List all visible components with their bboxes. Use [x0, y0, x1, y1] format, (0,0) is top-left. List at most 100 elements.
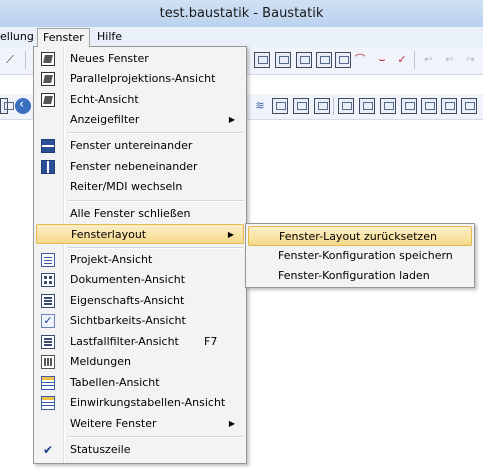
- toolbar-separator: [414, 51, 415, 69]
- submenu-item-konfiguration-laden[interactable]: Fenster-Konfiguration laden: [248, 266, 472, 286]
- load-arrow-icon[interactable]: ⌣: [374, 52, 390, 68]
- function-icon[interactable]: [398, 52, 414, 68]
- filter-icon: [41, 335, 55, 349]
- menu-item-sichtbarkeits-ansicht[interactable]: ✓ Sichtbarkeits-Ansicht: [36, 311, 244, 331]
- menu-item-fensterlayout[interactable]: Fensterlayout ▶: [36, 224, 244, 244]
- steel-section-icon[interactable]: [254, 52, 270, 68]
- table-icon: [41, 396, 55, 410]
- submenu-item-layout-zuruecksetzen[interactable]: Fenster-Layout zurücksetzen: [248, 226, 472, 246]
- menu-item-alle-fenster-schliessen[interactable]: Alle Fenster schließen: [36, 204, 244, 224]
- node-icon[interactable]: ∘◦: [420, 52, 436, 68]
- submenu-item-label: Fenster-Konfiguration laden: [278, 269, 430, 282]
- menu-item-label: Lastfallfilter-Ansicht: [70, 335, 179, 348]
- menu-item-lastfallfilter-ansicht[interactable]: Lastfallfilter-Ansicht F7: [36, 332, 244, 352]
- properties-icon: [41, 294, 55, 308]
- menu-item-einwirkungstabellen-ansicht[interactable]: Einwirkungstabellen-Ansicht: [36, 393, 244, 413]
- house-view-icon[interactable]: [359, 98, 375, 114]
- menu-item-label: Neues Fenster: [70, 52, 149, 65]
- beam-view-icon[interactable]: [421, 98, 437, 114]
- menu-item-dokumenten-ansicht[interactable]: Dokumenten-Ansicht: [36, 270, 244, 290]
- menu-item-statuszeile[interactable]: ✔ Statuszeile: [36, 440, 244, 460]
- menu-bar: ellung Fenster Hilfe: [0, 27, 483, 48]
- submenu-item-label: Fenster-Layout zurücksetzen: [279, 230, 437, 243]
- menu-separator: [67, 436, 243, 438]
- menu-item-label: Weitere Fenster: [70, 417, 157, 430]
- menu-item-label: Eigenschafts-Ansicht: [70, 294, 185, 307]
- menu-item-label: Dokumenten-Ansicht: [70, 273, 186, 286]
- view-icon[interactable]: [0, 98, 14, 114]
- column-view-icon[interactable]: [441, 98, 457, 114]
- submenu-arrow-icon: ▶: [227, 230, 234, 239]
- menu-item-tabellen-ansicht[interactable]: Tabellen-Ansicht: [36, 373, 244, 393]
- view-side-icon[interactable]: [293, 98, 309, 114]
- menubar-item-hilfe[interactable]: Hilfe: [92, 29, 127, 45]
- menu-item-anzeigefilter[interactable]: Anzeigefilter ▶: [36, 110, 244, 130]
- dots-icon[interactable]: ◦∘: [462, 52, 478, 68]
- wall-view-icon[interactable]: [461, 98, 477, 114]
- menu-item-echt-ansicht[interactable]: Echt-Ansicht: [36, 90, 244, 110]
- menu-item-label: Statuszeile: [70, 443, 131, 456]
- profile-icon[interactable]: [296, 52, 312, 68]
- vertical-split-icon: [41, 160, 55, 174]
- submenu-arrow-icon: ▶: [228, 419, 235, 428]
- menubar-item-fenster[interactable]: Fenster: [37, 28, 90, 47]
- grid-save-icon[interactable]: [275, 52, 291, 68]
- menu-item-label: Reiter/MDI wechseln: [70, 180, 183, 193]
- menu-item-label: Parallelprojektions-Ansicht: [70, 72, 216, 85]
- menu-item-label: Fensterlayout: [71, 228, 147, 241]
- member-icon[interactable]: ⌒: [352, 52, 368, 68]
- menu-item-label: Fenster nebeneinander: [70, 160, 198, 173]
- menu-item-label: Fenster untereinander: [70, 139, 193, 152]
- draw-line-icon[interactable]: ⟋: [2, 52, 18, 68]
- building-view-icon[interactable]: [380, 98, 396, 114]
- toolbar-separator: [333, 97, 334, 115]
- menu-separator: [67, 200, 243, 202]
- view-front-icon[interactable]: [272, 98, 288, 114]
- checkmark-icon: ✔: [42, 443, 54, 457]
- menubar-item-darstellung[interactable]: ellung: [0, 29, 39, 45]
- menu-item-projekt-ansicht[interactable]: Projekt-Ansicht: [36, 250, 244, 270]
- frame-view-icon[interactable]: [338, 98, 354, 114]
- toolbar-separator: [25, 51, 26, 69]
- menu-item-label: Einwirkungstabellen-Ansicht: [70, 396, 226, 409]
- menu-item-label: Meldungen: [70, 355, 131, 368]
- menu-item-label: Echt-Ansicht: [70, 93, 139, 106]
- menu-item-neues-fenster[interactable]: Neues Fenster: [36, 49, 244, 69]
- menu-item-reiter-mdi-wechseln[interactable]: Reiter/MDI wechseln: [36, 177, 244, 197]
- submenu-item-label: Fenster-Konfiguration speichern: [278, 249, 453, 262]
- menu-item-label: Projekt-Ansicht: [70, 253, 153, 266]
- truss-view-icon[interactable]: [401, 98, 417, 114]
- document-icon: [41, 253, 55, 267]
- menu-item-parallelprojektions-ansicht[interactable]: Parallelprojektions-Ansicht: [36, 69, 244, 89]
- messages-icon: [41, 355, 55, 369]
- menu-separator: [67, 132, 243, 134]
- title-bar: test.baustatik - Baustatik: [0, 0, 483, 27]
- view-top-icon[interactable]: [314, 98, 330, 114]
- horizontal-split-icon: [41, 139, 55, 153]
- menu-item-label: Sichtbarkeits-Ansicht: [70, 314, 186, 327]
- wave-icon[interactable]: ≋: [252, 98, 268, 114]
- fenster-menu: Neues Fenster Parallelprojektions-Ansich…: [33, 46, 247, 464]
- window-title: test.baustatik - Baustatik: [159, 6, 324, 21]
- back-icon[interactable]: [15, 97, 31, 114]
- grid-icon: [41, 273, 55, 287]
- menu-item-label: Anzeigefilter: [70, 113, 140, 126]
- menu-item-eigenschafts-ansicht[interactable]: Eigenschafts-Ansicht: [36, 291, 244, 311]
- support-icon[interactable]: [316, 52, 332, 68]
- submenu-item-konfiguration-speichern[interactable]: Fenster-Konfiguration speichern: [248, 246, 472, 266]
- cube-icon: [41, 93, 55, 107]
- checkbox-icon: ✓: [41, 314, 55, 328]
- menu-separator: [67, 247, 243, 249]
- submenu-arrow-icon: ▶: [228, 115, 235, 124]
- menu-item-meldungen[interactable]: Meldungen: [36, 352, 244, 372]
- menu-item-label: Alle Fenster schließen: [70, 207, 191, 220]
- menu-item-fenster-untereinander[interactable]: Fenster untereinander: [36, 136, 244, 156]
- load-icon[interactable]: [335, 52, 351, 68]
- connect-icon[interactable]: ∘◦: [441, 52, 457, 68]
- shortcut-label: F7: [204, 335, 218, 348]
- table-icon: [41, 376, 55, 390]
- menu-item-weitere-fenster[interactable]: Weitere Fenster ▶: [36, 414, 244, 434]
- cube-icon: [41, 52, 55, 66]
- fensterlayout-submenu: Fenster-Layout zurücksetzen Fenster-Konf…: [245, 223, 475, 288]
- menu-item-fenster-nebeneinander[interactable]: Fenster nebeneinander: [36, 157, 244, 177]
